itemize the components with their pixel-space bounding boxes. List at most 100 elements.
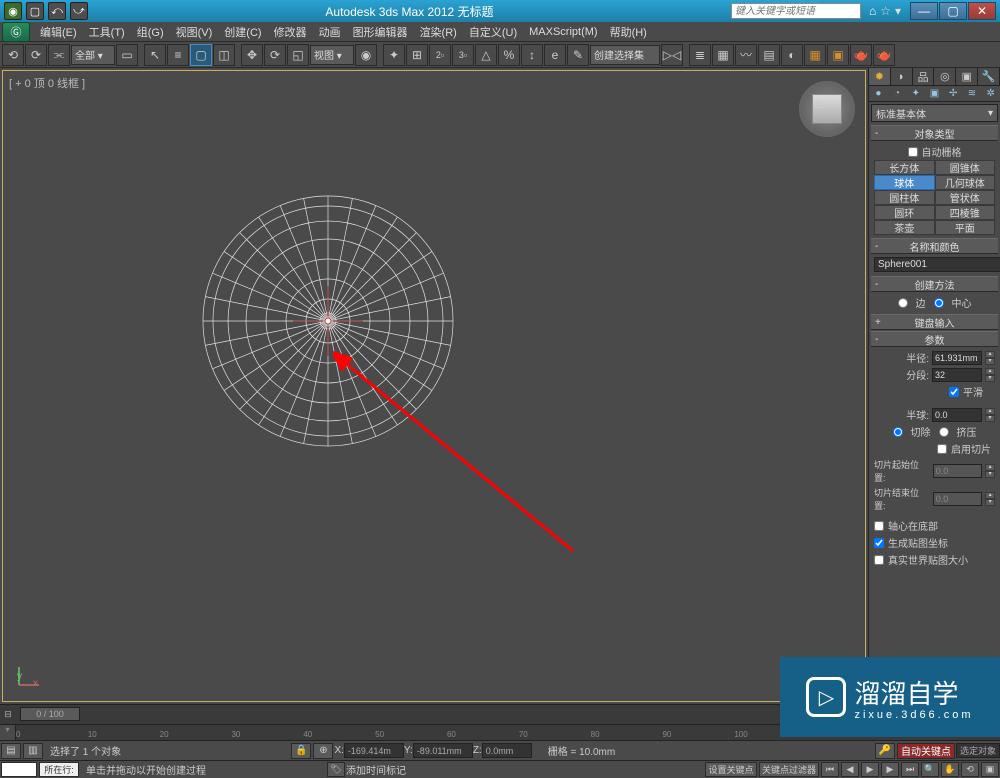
play-end-icon[interactable]: ⏭ — [901, 762, 919, 777]
psnap-icon[interactable]: % — [498, 44, 520, 66]
prim-sphere[interactable]: 球体 — [874, 175, 935, 190]
autogrid-checkbox[interactable] — [908, 147, 918, 157]
sub-lights[interactable]: ✦ — [906, 86, 925, 101]
tab-motion[interactable]: ◎ — [934, 68, 956, 85]
object-name-input[interactable] — [874, 257, 1000, 272]
sub-cameras[interactable]: ▣ — [925, 86, 944, 101]
keyfilter-button[interactable]: 关键点过滤器 — [759, 762, 819, 777]
menu-edit[interactable]: 编辑(E) — [34, 22, 83, 42]
rollout-keyboard-entry[interactable]: +键盘输入 — [871, 314, 998, 330]
lock-icon[interactable]: ▥ — [23, 743, 43, 759]
kbd-icon[interactable]: ⊞ — [406, 44, 428, 66]
material-icon[interactable]: ◐ — [781, 44, 803, 66]
selection-set-dropdown[interactable]: 创建选择集 — [590, 45, 660, 65]
schematic-icon[interactable]: ▤ — [758, 44, 780, 66]
select-icon[interactable]: ▭ — [116, 44, 138, 66]
new-icon[interactable]: ▢ — [26, 2, 44, 20]
tab-create[interactable]: ✹ — [869, 68, 891, 85]
radius-spinner[interactable]: 61.931mm — [932, 351, 982, 365]
nav-max-icon[interactable]: ▣ — [981, 762, 999, 777]
menu-group[interactable]: 组(G) — [131, 22, 170, 42]
maximize-button[interactable]: ▢ — [939, 2, 967, 20]
nav-zoom-icon[interactable]: 🔍 — [921, 762, 939, 777]
align-icon[interactable]: ≣ — [689, 44, 711, 66]
slice-checkbox[interactable] — [937, 444, 947, 454]
rotate-icon[interactable]: ⟳ — [264, 44, 286, 66]
tab-hierarchy[interactable]: 品 — [913, 68, 935, 85]
nav-pan-icon[interactable]: ✋ — [941, 762, 959, 777]
sub-systems[interactable]: ✲ — [981, 86, 1000, 101]
play-icon[interactable]: ▶ — [861, 762, 879, 777]
menu-graph[interactable]: 图形编辑器 — [347, 22, 414, 42]
method-edge-radio[interactable] — [898, 298, 908, 308]
rollout-object-type[interactable]: -对象类型 — [871, 125, 998, 141]
rendersetup-icon[interactable]: ▦ — [804, 44, 826, 66]
smooth-checkbox[interactable] — [949, 387, 959, 397]
help-icon[interactable]: ☆ — [880, 4, 891, 18]
p-icon[interactable]: ✎ — [567, 44, 589, 66]
e-icon[interactable]: e — [544, 44, 566, 66]
menu-render[interactable]: 渲染(R) — [414, 22, 463, 42]
redo-icon[interactable]: ⟳ — [25, 44, 47, 66]
renderframe-icon[interactable]: ▣ — [827, 44, 849, 66]
method-center-radio[interactable] — [934, 298, 944, 308]
menu-tools[interactable]: 工具(T) — [83, 22, 131, 42]
sub-geometry[interactable]: ● — [869, 86, 888, 101]
prim-cylinder[interactable]: 圆柱体 — [874, 190, 935, 205]
render-icon[interactable]: 🫖 — [850, 44, 872, 66]
x-coord[interactable]: -169.414m — [344, 743, 404, 758]
rollout-creation-method[interactable]: -创建方法 — [871, 276, 998, 292]
nav-orbit-icon[interactable]: ⟲ — [961, 762, 979, 777]
rollout-name-color[interactable]: -名称和颜色 — [871, 238, 998, 254]
filter-dropdown[interactable]: 全部 ▾ — [71, 45, 115, 65]
minimize-button[interactable]: — — [910, 2, 938, 20]
tag-icon[interactable]: 🏷 — [327, 762, 345, 777]
prim-box[interactable]: 长方体 — [874, 160, 935, 175]
spinner-icon[interactable]: ↕ — [521, 44, 543, 66]
info-icon[interactable]: ⌂ — [869, 4, 876, 18]
rect-select-icon[interactable]: ▢ — [190, 44, 212, 66]
pivot-icon[interactable]: ◉ — [355, 44, 377, 66]
save-icon[interactable]: ⤻ — [70, 2, 88, 20]
undo-icon[interactable]: ⟲ — [2, 44, 24, 66]
tab-modify[interactable]: ◗ — [891, 68, 913, 85]
base-pivot-checkbox[interactable] — [874, 521, 884, 531]
prim-tube[interactable]: 管状体 — [935, 190, 996, 205]
manip-icon[interactable]: ✦ — [383, 44, 405, 66]
key-icon[interactable]: 🔑 — [875, 743, 895, 759]
setkey-button[interactable]: 设置关键点 — [705, 762, 757, 777]
tab-display[interactable]: ▣ — [956, 68, 978, 85]
play-next-icon[interactable]: ▶ — [881, 762, 899, 777]
prim-geosphere[interactable]: 几何球体 — [935, 175, 996, 190]
time-tag-input[interactable]: 添加时间标记 — [346, 762, 466, 777]
lock-sel-icon[interactable]: 🔒 — [291, 743, 311, 759]
prim-torus[interactable]: 圆环 — [874, 205, 935, 220]
prim-plane[interactable]: 平面 — [935, 220, 996, 235]
chop-radio[interactable] — [893, 427, 903, 437]
arrow-icon[interactable]: ↖ — [144, 44, 166, 66]
asnap-icon[interactable]: △ — [475, 44, 497, 66]
prim-pyramid[interactable]: 四棱锥 — [935, 205, 996, 220]
open-icon[interactable]: ⤺ — [48, 2, 66, 20]
menu-animation[interactable]: 动画 — [313, 22, 347, 42]
segments-spinner[interactable]: 32 — [932, 368, 982, 382]
prim-cone[interactable]: 圆锥体 — [935, 160, 996, 175]
sub-helpers[interactable]: ✢ — [944, 86, 963, 101]
y-coord[interactable]: -89.011mm — [413, 743, 473, 758]
autokey-button[interactable]: 自动关键点 — [897, 743, 955, 759]
tab-utilities[interactable]: 🔧 — [978, 68, 1000, 85]
sign-icon[interactable]: ▾ — [895, 4, 901, 18]
byname-icon[interactable]: ≡ — [167, 44, 189, 66]
z-coord[interactable]: 0.0mm — [482, 743, 532, 758]
close-button[interactable]: ✕ — [968, 2, 996, 20]
maxscript-btn[interactable]: ▤ — [1, 743, 21, 759]
squash-radio[interactable] — [939, 427, 949, 437]
gen-mapping-checkbox[interactable] — [874, 538, 884, 548]
key-selset[interactable]: 选定对象 — [956, 743, 1000, 758]
layer-icon[interactable]: ▦ — [712, 44, 734, 66]
rollout-parameters[interactable]: -参数 — [871, 331, 998, 347]
coord-dropdown[interactable]: 视图 ▾ — [310, 45, 354, 65]
play-prev-icon[interactable]: ◀ — [841, 762, 859, 777]
snap3-icon[interactable]: 3▫ — [452, 44, 474, 66]
menu-views[interactable]: 视图(V) — [170, 22, 219, 42]
